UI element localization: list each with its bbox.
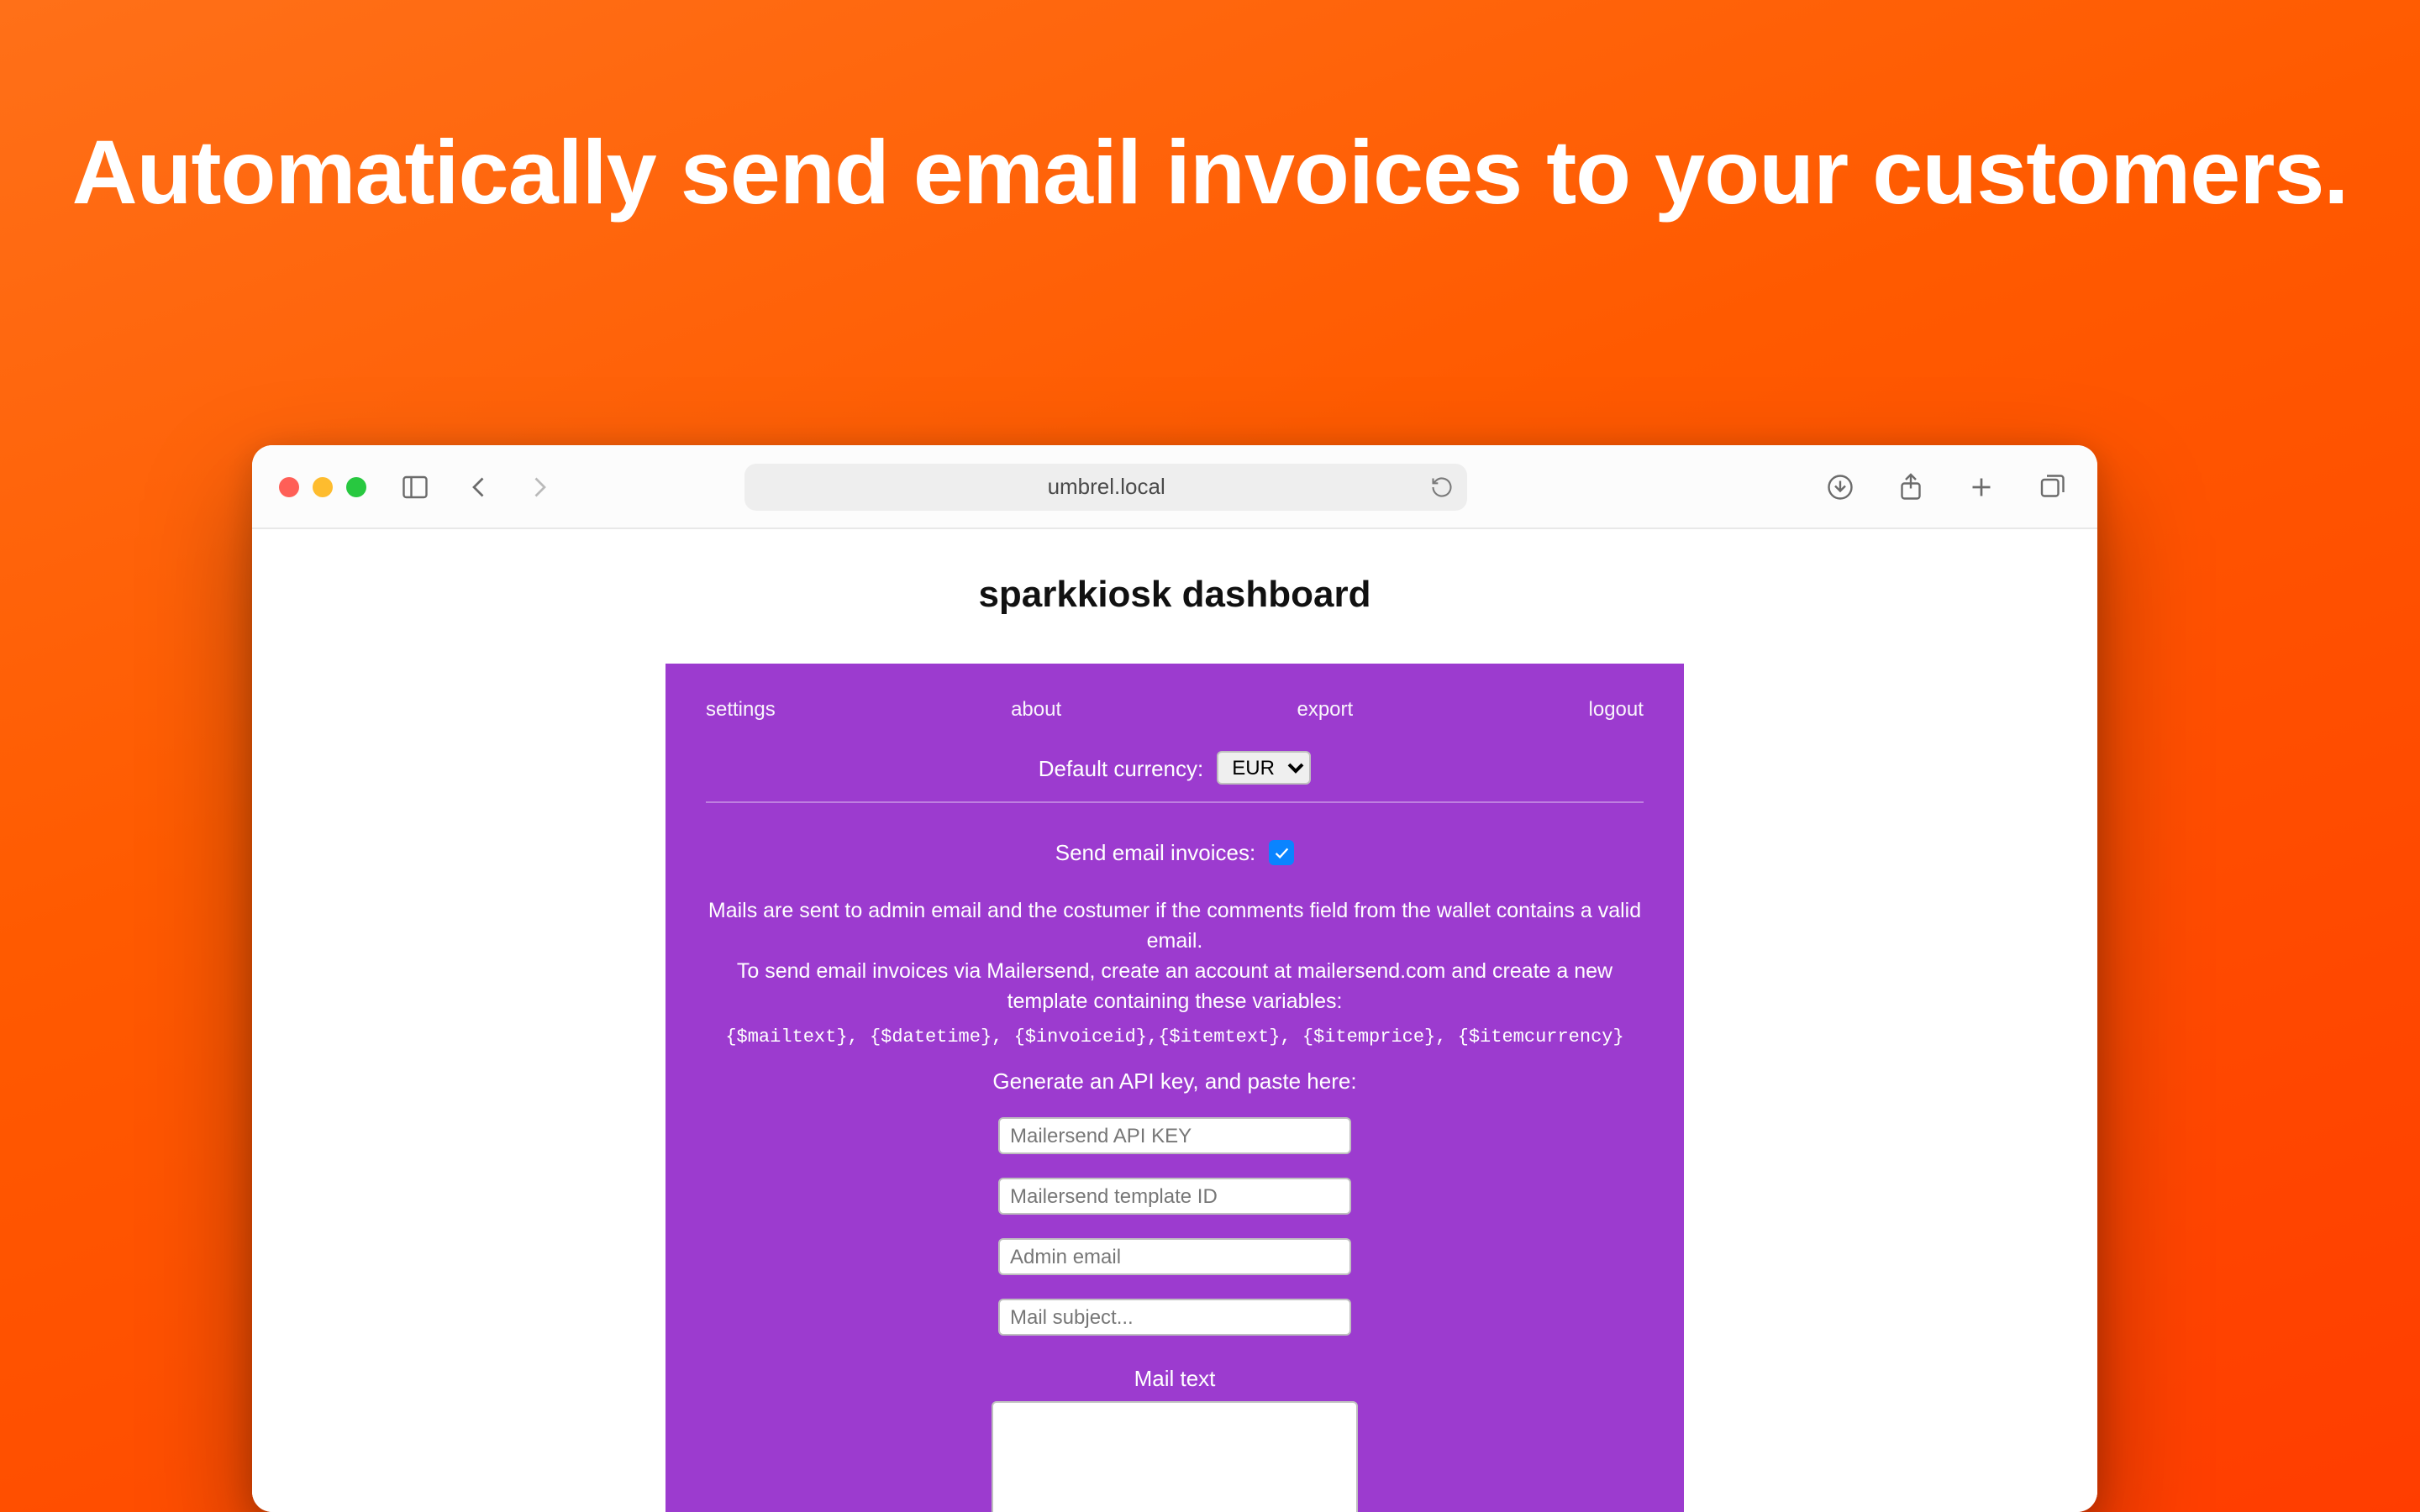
default-currency-label: Default currency: <box>1039 755 1204 780</box>
marketing-headline: Automatically send email invoices to you… <box>0 0 2420 225</box>
share-icon[interactable] <box>1892 468 1929 505</box>
mail-text-textarea[interactable] <box>992 1400 1358 1512</box>
mailersend-api-key-input[interactable] <box>998 1116 1351 1153</box>
nav-logout[interactable]: logout <box>1589 697 1644 721</box>
mail-subject-input[interactable] <box>998 1298 1351 1335</box>
close-icon[interactable] <box>279 476 299 496</box>
send-email-invoices-checkbox[interactable] <box>1269 840 1294 865</box>
default-currency-row: Default currency: EUR <box>706 751 1644 803</box>
browser-window: umbrel.local spa <box>252 445 2097 1512</box>
settings-panel: settings about export logout Default cur… <box>666 664 1684 1512</box>
browser-toolbar: umbrel.local <box>252 445 2097 529</box>
page-title: sparkkiosk dashboard <box>252 573 2097 617</box>
panel-nav: settings about export logout <box>706 697 1644 721</box>
downloads-icon[interactable] <box>1822 468 1859 505</box>
send-email-invoices-label: Send email invoices: <box>1055 840 1255 865</box>
minimize-icon[interactable] <box>313 476 333 496</box>
nav-settings[interactable]: settings <box>706 697 776 721</box>
window-controls <box>279 476 366 496</box>
reload-icon[interactable] <box>1431 475 1455 498</box>
sidebar-toggle-icon[interactable] <box>397 468 434 505</box>
currency-select[interactable]: EUR <box>1217 751 1311 785</box>
help-text: Mails are sent to admin email and the co… <box>706 895 1644 1017</box>
nav-export[interactable]: export <box>1297 697 1353 721</box>
template-variables: {$mailtext}, {$datetime}, {$invoiceid},{… <box>706 1027 1644 1047</box>
mailersend-template-id-input[interactable] <box>998 1177 1351 1214</box>
url-bar[interactable]: umbrel.local <box>745 463 1468 510</box>
new-tab-icon[interactable] <box>1963 468 2000 505</box>
mail-text-label: Mail text <box>706 1365 1644 1390</box>
url-text: umbrel.local <box>1048 474 1165 499</box>
forward-icon[interactable] <box>521 468 558 505</box>
nav-about[interactable]: about <box>1011 697 1061 721</box>
tabs-overview-icon[interactable] <box>2033 468 2070 505</box>
admin-email-input[interactable] <box>998 1237 1351 1274</box>
generate-api-key-text: Generate an API key, and paste here: <box>706 1068 1644 1093</box>
send-email-invoices-row: Send email invoices: <box>706 840 1644 865</box>
page-content: sparkkiosk dashboard settings about expo… <box>252 529 2097 1512</box>
back-icon[interactable] <box>460 468 497 505</box>
maximize-icon[interactable] <box>346 476 366 496</box>
